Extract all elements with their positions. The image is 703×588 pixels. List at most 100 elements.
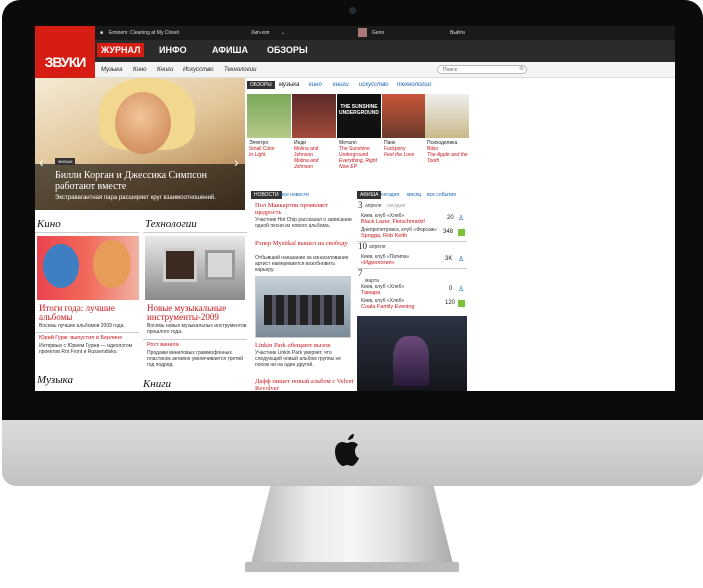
afisha-tab-today[interactable]: сегодня [381, 192, 399, 198]
kino-sub-title[interactable]: Юрий Гурж: выпустил в Берлине [39, 335, 122, 341]
event-name[interactable]: Тамара [361, 290, 380, 296]
reviews-tab-music[interactable]: музыка [279, 82, 299, 88]
reviews-tag: ОБЗОРЫ [247, 81, 275, 89]
person-icon[interactable]: ♙ [458, 286, 465, 293]
kino-face-orange [93, 240, 131, 288]
event-day-num: 3 [358, 200, 363, 210]
books-heading[interactable]: Книги [143, 378, 171, 390]
subnav-tech[interactable]: Технологии [224, 67, 256, 73]
camera-icon [349, 7, 356, 14]
review-item-1[interactable]: Электро Small Color In Light [249, 140, 291, 158]
news-desc-1: Участник Hot Chip рассказал о записании … [255, 217, 352, 229]
nav-reviews[interactable]: ОБЗОРЫ [267, 45, 308, 55]
now-playing[interactable]: Eminem: Cleaning at My Closet [109, 30, 179, 36]
event-day-num: 7 [358, 268, 363, 278]
search-input[interactable]: Поиск [437, 65, 527, 74]
afisha-poster[interactable] [357, 316, 467, 391]
site-logo[interactable]: ЗВУКИ [35, 26, 95, 78]
top-bar: ■ Eminem: Cleaning at My Closet Хип-хоп … [35, 26, 675, 40]
afisha-tab-month[interactable]: месяц [407, 192, 421, 198]
tech-sub-title[interactable]: Рост винила [147, 342, 179, 348]
review-item-2[interactable]: Инди Molina and Johnson Molina and Johns… [294, 140, 336, 170]
nav-info[interactable]: ИНФО [159, 45, 187, 55]
review-item-4[interactable]: Панк Fuckpony Feel the Love [384, 140, 424, 158]
tech-heading[interactable]: Технологии [145, 218, 197, 230]
logout-link[interactable]: Выйти [450, 30, 465, 36]
person-icon[interactable]: ♙ [458, 256, 465, 263]
genre-filter[interactable]: Хип-хоп [251, 30, 269, 36]
kino-heading[interactable]: Кино [37, 218, 61, 230]
news-title-3[interactable]: Linkin Park обещают вызов [255, 341, 355, 350]
kino-image[interactable] [37, 236, 139, 300]
afisha-tab-all[interactable]: все события [427, 192, 456, 198]
next-arrow-icon[interactable]: › [234, 154, 239, 170]
user-name[interactable]: Genn [372, 30, 384, 36]
review-item-5[interactable]: Психоделика Bibio The Apple and the Toot… [427, 140, 469, 164]
review-album[interactable]: Feel the Love [384, 152, 424, 158]
monitor-foot [245, 562, 459, 572]
subnav-books[interactable]: Книги [157, 67, 173, 73]
reviews-tab-kino[interactable]: кино [309, 82, 322, 88]
divider [35, 232, 139, 233]
cover-fuckpony[interactable] [382, 94, 426, 138]
search-clear-icon[interactable]: ⊗ [519, 65, 524, 72]
main-nav: ЖУРНАЛ ИНФО АФИША ОБЗОРЫ [95, 40, 675, 62]
nav-afisha[interactable]: АФИША [212, 45, 248, 55]
hero-subtitle: Экстравагантная пара расширяет круг взаи… [55, 195, 216, 201]
cover-molina-johnson[interactable] [292, 94, 336, 138]
divider [143, 339, 247, 340]
prev-arrow-icon[interactable]: ‹ [39, 154, 44, 170]
news-desc-2: Отбывший наказание за изнасилование арти… [255, 255, 349, 273]
cover-sunshine-underground[interactable]: THE SUNSHINE UNDERGROUND [337, 94, 381, 138]
reviews-tab-art[interactable]: искусство [359, 82, 389, 88]
news-image-linkin-park[interactable] [255, 276, 351, 338]
all-news-link[interactable]: все новости [281, 192, 309, 198]
review-album[interactable]: The Apple and the Tooth [427, 152, 469, 164]
reviews-tab-tech[interactable]: технологии [397, 82, 431, 88]
event-name[interactable]: Black Lazer, Fleischmarkt! [361, 219, 425, 225]
divider [357, 241, 467, 242]
poster-figure [393, 336, 429, 386]
review-item-3[interactable]: Металл The Sunshine Underground Everythi… [339, 140, 381, 170]
review-album[interactable]: Molina and Johnson [294, 158, 336, 170]
hero-title[interactable]: Билли Корган и Джессика Симпсон работают… [55, 170, 225, 192]
review-artist[interactable]: Molina and Johnson [294, 146, 336, 158]
event-name[interactable]: Coala Family Evening [361, 304, 415, 310]
subnav-kino[interactable]: Кино [133, 67, 147, 73]
review-album[interactable]: In Light [249, 152, 291, 158]
event-count: 20 [447, 215, 454, 221]
tech-image[interactable] [145, 236, 245, 300]
hero-caption: Билли Корган и Джессика Симпсон работают… [35, 164, 245, 210]
reviews-tab-books[interactable]: книги [333, 82, 349, 88]
news-title-2[interactable]: Рэпер Mystikal вышел на свободу [255, 240, 355, 247]
event-name[interactable]: «Идеология» [361, 260, 395, 266]
divider [35, 332, 139, 333]
news-title-4[interactable]: Дафф пишет новый альбом с Velvet Revolve… [255, 378, 355, 391]
band-photo [264, 295, 344, 325]
event-count: 0 [449, 286, 453, 292]
chevron-down-icon[interactable]: ⌄ [281, 30, 285, 36]
event-count: 348 [443, 229, 454, 235]
music-heading[interactable]: Музыка [37, 374, 73, 386]
kino-desc: Восемь лучших альбомов 2009 года. [39, 323, 125, 329]
avatar[interactable] [358, 28, 367, 37]
event-day-num: 10 [358, 241, 367, 251]
play-icon[interactable]: ■ [100, 30, 103, 36]
cover-bibio[interactable] [425, 94, 469, 138]
news-title-1[interactable]: Пол Маккартни проявляет щедрость [255, 202, 355, 216]
review-artist[interactable]: The Sunshine Underground [339, 146, 381, 158]
hero-banner[interactable]: Билли Корган и Джессика Симпсон работают… [35, 78, 245, 210]
kino-title[interactable]: Итоги года: лучшие альбомы [39, 304, 139, 322]
event-month: апреля [369, 244, 386, 250]
nav-journal[interactable]: ЖУРНАЛ [97, 43, 145, 57]
check-icon[interactable] [458, 229, 465, 236]
check-icon[interactable] [458, 300, 465, 307]
event-count: 120 [445, 300, 456, 306]
cover-small-color[interactable] [247, 94, 291, 138]
subnav-music[interactable]: Музыка [101, 67, 122, 73]
subnav-art[interactable]: Искусство [183, 67, 213, 73]
review-album[interactable]: Everything, Right Now EP [339, 158, 381, 170]
event-name[interactable]: Spogga, Rob Keith [361, 233, 407, 239]
person-icon[interactable]: ♙ [458, 215, 465, 222]
tech-title[interactable]: Новые музыкальные инструменты-2009 [147, 304, 247, 322]
